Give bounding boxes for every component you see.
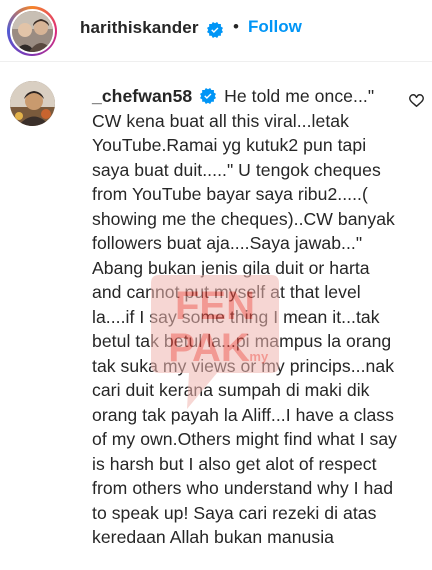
instagram-post-view: harithiskander • Follow _chefwan58 He to…	[0, 0, 432, 570]
comment-body: _chefwan58 He told me once..." CW kena b…	[92, 84, 400, 550]
commenter-username[interactable]: _chefwan58	[92, 86, 192, 106]
avatar-photo	[11, 10, 53, 52]
post-author-username[interactable]: harithiskander	[80, 18, 199, 38]
commenter-avatar-photo	[10, 81, 55, 126]
follow-button[interactable]: Follow	[248, 17, 302, 37]
verified-badge-icon	[197, 86, 224, 106]
avatar[interactable]	[11, 10, 53, 52]
story-ring[interactable]	[7, 6, 57, 56]
comment-item: _chefwan58 He told me once..." CW kena b…	[0, 62, 432, 570]
comment-text: He told me once..." CW kena buat all thi…	[92, 86, 402, 547]
commenter-avatar[interactable]	[10, 81, 55, 126]
separator-dot: •	[233, 17, 239, 36]
like-heart-icon[interactable]	[408, 92, 425, 109]
post-header: harithiskander • Follow	[0, 0, 432, 62]
verified-badge-icon	[207, 21, 223, 39]
